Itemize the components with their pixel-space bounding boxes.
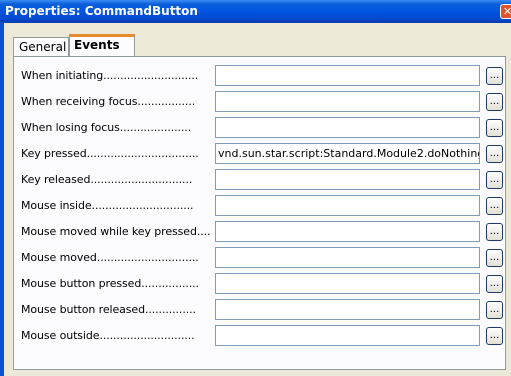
assign-macro-button[interactable]: ... bbox=[486, 93, 503, 111]
assign-macro-button[interactable]: ... bbox=[486, 119, 503, 137]
window-left-border bbox=[0, 23, 4, 376]
event-label: Mouse moved while key pressed.... bbox=[21, 225, 211, 238]
event-macro-field[interactable] bbox=[215, 299, 480, 320]
event-row: Mouse moved.............................… bbox=[14, 247, 507, 269]
event-macro-field[interactable] bbox=[215, 325, 480, 346]
event-macro-field[interactable] bbox=[215, 65, 480, 86]
tab-general[interactable]: General bbox=[13, 37, 69, 57]
assign-macro-button[interactable]: ... bbox=[486, 67, 503, 85]
event-label: Mouse outside...........................… bbox=[21, 329, 195, 342]
event-macro-field[interactable] bbox=[215, 117, 480, 138]
event-row: When initiating.........................… bbox=[14, 65, 507, 87]
event-macro-field[interactable] bbox=[215, 169, 480, 190]
assign-macro-button[interactable]: ... bbox=[486, 197, 503, 215]
event-macro-field[interactable] bbox=[215, 195, 480, 216]
event-macro-field[interactable]: vnd.sun.star.script:Standard.Module2.doN… bbox=[215, 143, 480, 164]
event-label: Mouse moved.............................… bbox=[21, 251, 199, 264]
tab-events[interactable]: Events bbox=[69, 34, 135, 58]
assign-macro-button[interactable]: ... bbox=[486, 223, 503, 241]
event-row: When receiving focus.................... bbox=[14, 91, 507, 113]
assign-macro-button[interactable]: ... bbox=[486, 145, 503, 163]
event-label: When receiving focus................. bbox=[21, 95, 196, 108]
assign-macro-button[interactable]: ... bbox=[486, 301, 503, 319]
window-title: Properties: CommandButton bbox=[5, 4, 198, 18]
event-label: When losing focus..................... bbox=[21, 121, 192, 134]
event-row: Key pressed.............................… bbox=[14, 143, 507, 165]
event-label: Key pressed.............................… bbox=[21, 147, 199, 160]
event-label: When initiating.........................… bbox=[21, 69, 199, 82]
event-label: Mouse button released............... bbox=[21, 303, 196, 316]
event-row: When losing focus.......................… bbox=[14, 117, 507, 139]
event-label: Mouse button pressed................. bbox=[21, 277, 199, 290]
close-icon: ✕ bbox=[503, 5, 511, 18]
event-row: Key released............................… bbox=[14, 169, 507, 191]
assign-macro-button[interactable]: ... bbox=[486, 249, 503, 267]
assign-macro-button[interactable]: ... bbox=[486, 327, 503, 345]
event-row: Mouse outside...........................… bbox=[14, 325, 507, 347]
assign-macro-button[interactable]: ... bbox=[486, 275, 503, 293]
event-macro-field[interactable] bbox=[215, 91, 480, 112]
event-macro-field[interactable] bbox=[215, 273, 480, 294]
event-macro-field[interactable] bbox=[215, 221, 480, 242]
events-panel: When initiating.........................… bbox=[13, 56, 506, 370]
title-bar[interactable]: Properties: CommandButton ✕ bbox=[0, 0, 511, 23]
event-row: Mouse button pressed.................... bbox=[14, 273, 507, 295]
event-row: Mouse button released.................. bbox=[14, 299, 507, 321]
event-label: Key released............................… bbox=[21, 173, 193, 186]
assign-macro-button[interactable]: ... bbox=[486, 171, 503, 189]
event-label: Mouse inside............................… bbox=[21, 199, 194, 212]
properties-dialog: Properties: CommandButton ✕ General Even… bbox=[0, 0, 511, 376]
close-button[interactable]: ✕ bbox=[500, 4, 511, 19]
event-row: Mouse moved while key pressed....... bbox=[14, 221, 507, 243]
event-macro-field[interactable] bbox=[215, 247, 480, 268]
event-row: Mouse inside............................… bbox=[14, 195, 507, 217]
